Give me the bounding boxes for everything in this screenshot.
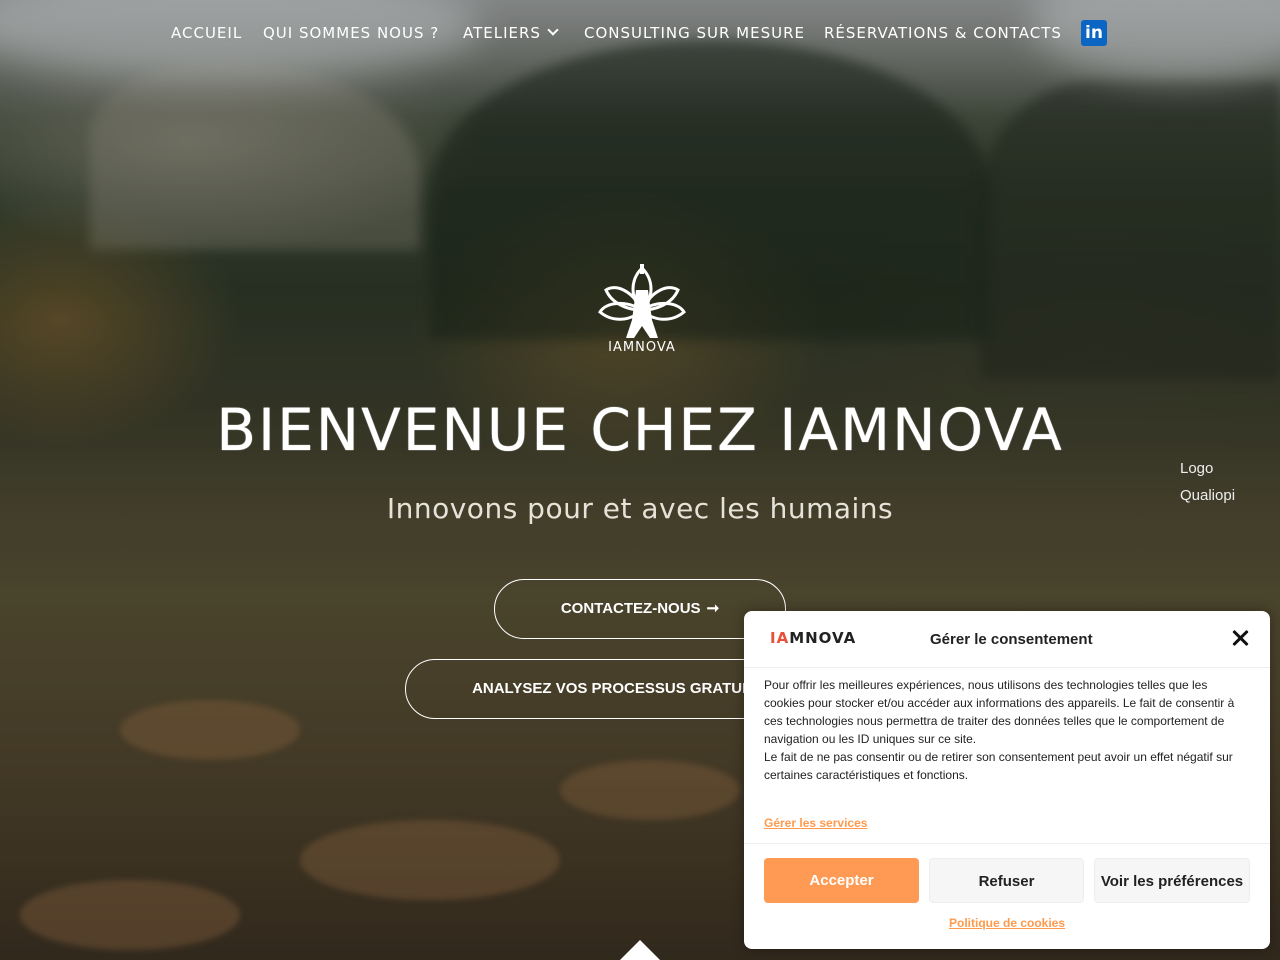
consent-title: Gérer le consentement xyxy=(930,631,1093,648)
cookie-consent-panel: IAMNOVA Gérer le consentement Pour offri… xyxy=(744,611,1270,949)
consent-paragraph-2: Le fait de ne pas consentir ou de retire… xyxy=(764,750,1233,782)
nav-ateliers-label: ATELIERS xyxy=(463,24,541,42)
divider xyxy=(744,843,1270,844)
nav-qui-sommes-nous[interactable]: QUI SOMMES NOUS ? xyxy=(263,22,439,44)
page-title: BIENVENUE CHEZ IAMNOVA xyxy=(216,396,1064,464)
manage-services-link[interactable]: Gérer les services xyxy=(764,816,867,830)
view-preferences-button[interactable]: Voir les préférences xyxy=(1094,858,1250,903)
refuse-button[interactable]: Refuser xyxy=(929,858,1084,903)
accept-button[interactable]: Accepter xyxy=(764,858,919,903)
contact-button[interactable]: CONTACTEZ-NOUS ➞ xyxy=(494,579,786,639)
linkedin-icon[interactable]: in xyxy=(1081,20,1107,46)
consent-logo: IAMNOVA xyxy=(770,629,856,647)
section-divider-notch xyxy=(620,940,660,960)
consent-paragraph-1: Pour offrir les meilleures expériences, … xyxy=(764,678,1235,746)
nav-reservations-contacts[interactable]: RÉSERVATIONS & CONTACTS xyxy=(824,22,1062,44)
arrow-right-icon: ➞ xyxy=(706,600,720,617)
page-subtitle: Innovons pour et avec les humains xyxy=(386,492,894,525)
contact-button-label: CONTACTEZ-NOUS xyxy=(560,600,701,617)
cookie-policy-link[interactable]: Politique de cookies xyxy=(744,916,1270,930)
logo-wordmark: IAMNOVA xyxy=(608,340,676,355)
nav-ateliers[interactable]: ATELIERS xyxy=(463,22,559,44)
close-icon[interactable] xyxy=(1228,627,1252,651)
nav-consulting[interactable]: CONSULTING SUR MESURE xyxy=(584,22,805,44)
qualiopi-logo-alt: Logo Qualiopi xyxy=(1180,460,1236,504)
consent-logo-ia: IA xyxy=(770,629,790,647)
divider xyxy=(744,667,1270,668)
consent-text: Pour offrir les meilleures expériences, … xyxy=(764,676,1250,784)
consent-logo-rest: MNOVA xyxy=(789,629,857,647)
chevron-down-icon xyxy=(547,24,559,36)
nav-accueil[interactable]: ACCUEIL xyxy=(171,22,242,44)
